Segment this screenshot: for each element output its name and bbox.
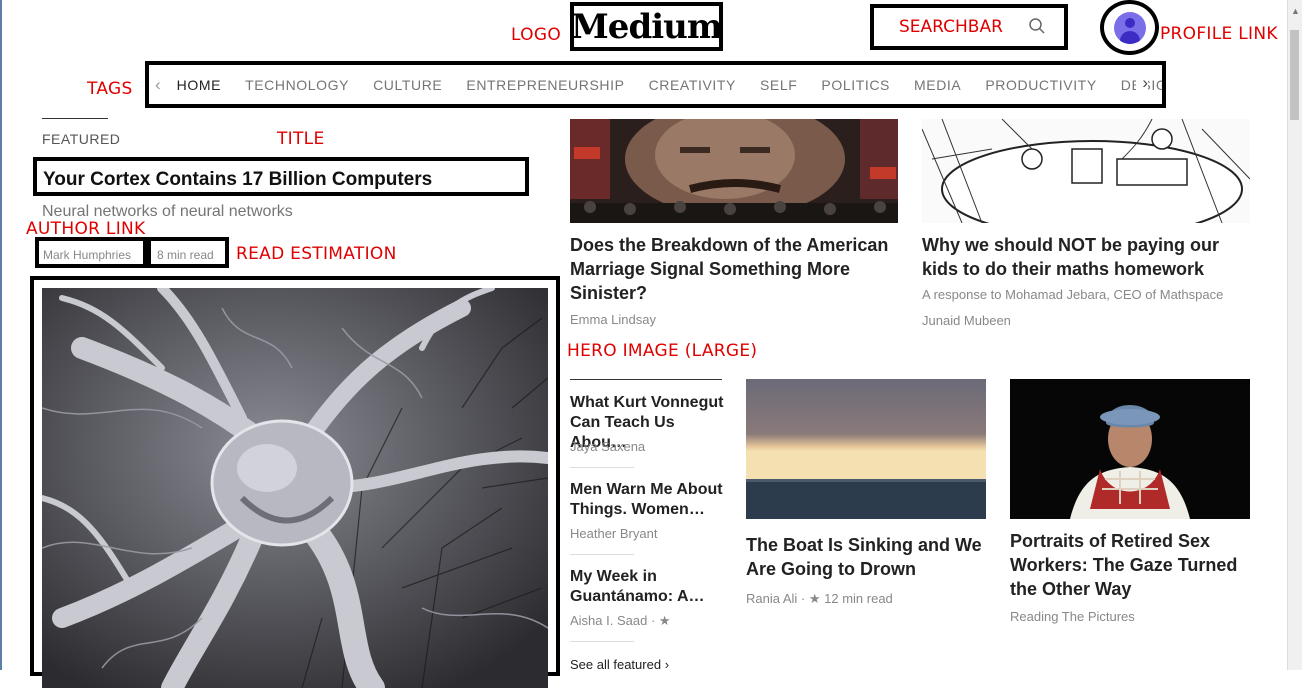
tag-creativity[interactable]: CREATIVITY [649, 77, 736, 93]
tag-home[interactable]: HOME [177, 77, 221, 93]
card-meta-portraits[interactable]: Reading The Pictures [1010, 609, 1135, 624]
author-name: Mark Humphries [43, 248, 132, 262]
tag-productivity[interactable]: PRODUCTIVITY [985, 77, 1096, 93]
search-icon[interactable] [1028, 17, 1046, 35]
card-image-maths[interactable] [922, 119, 1250, 223]
annotation-logo: LOGO [511, 25, 562, 45]
tag-culture[interactable]: CULTURE [373, 77, 442, 93]
hero-image-link[interactable] [30, 276, 560, 688]
featured-rule [42, 118, 108, 119]
list-item-author-men-warn[interactable]: Heather Bryant [570, 526, 657, 541]
scroll-up-icon[interactable]: ▲ [1291, 6, 1300, 16]
read-time: 8 min read [157, 248, 214, 262]
list-divider [570, 467, 634, 468]
list-item-title-guantanamo[interactable]: My Week in Guantánamo: A… [570, 567, 725, 607]
tag-politics[interactable]: POLITICS [821, 77, 890, 93]
featured-title: Your Cortex Contains 17 Billion Computer… [43, 169, 433, 190]
card-image-boat[interactable] [746, 379, 986, 519]
card-image-marriage[interactable] [570, 119, 898, 223]
annotation-searchbar: SEARCHBAR [899, 17, 1003, 37]
card-subtitle-maths: A response to Mohamad Jebara, CEO of Mat… [922, 287, 1224, 302]
list-divider [570, 554, 634, 555]
annotation-tags: TAGS [87, 79, 133, 99]
annotation-read: READ ESTIMATION [236, 244, 397, 264]
list-item-title-men-warn[interactable]: Men Warn Me About Things. Women… [570, 480, 725, 520]
annotation-title: TITLE [277, 129, 325, 149]
read-estimation: 8 min read [147, 237, 229, 268]
searchbar[interactable]: SEARCHBAR [870, 4, 1068, 50]
card-meta-boat[interactable]: Rania Ali · ★ 12 min read [746, 591, 893, 607]
annotation-profile: PROFILE LINK [1160, 24, 1278, 44]
window-left-edge [0, 0, 2, 670]
chevron-right-icon[interactable]: › [1136, 73, 1148, 93]
card-title-boat[interactable]: The Boat Is Sinking and We Are Going to … [746, 533, 986, 581]
chevron-left-icon[interactable]: ‹ [155, 75, 161, 95]
annotation-hero: HERO IMAGE (LARGE) [567, 341, 758, 361]
card-title-maths[interactable]: Why we should NOT be paying our kids to … [922, 233, 1252, 281]
card-author-maths[interactable]: Junaid Mubeen [922, 313, 1011, 328]
tag-entrepreneurship[interactable]: ENTREPRENEURSHIP [466, 77, 624, 93]
annotation-author: AUTHOR LINK [26, 219, 146, 239]
featured-title-link[interactable]: Your Cortex Contains 17 Billion Computer… [33, 157, 529, 196]
list-rule [570, 379, 722, 380]
list-item-author-guantanamo[interactable]: Aisha I. Saad · ★ [570, 613, 671, 629]
author-link[interactable]: Mark Humphries [35, 237, 147, 268]
scrollbar-thumb[interactable] [1290, 30, 1299, 120]
scrollbar[interactable]: ▲ [1287, 0, 1302, 670]
tag-technology[interactable]: TECHNOLOGY [245, 77, 349, 93]
profile-link[interactable] [1100, 0, 1159, 55]
logo-link[interactable]: Medium [570, 2, 723, 51]
card-title-marriage[interactable]: Does the Breakdown of the American Marri… [570, 233, 890, 305]
user-avatar-icon [1113, 11, 1146, 44]
featured-label: FEATURED [42, 131, 121, 147]
list-divider [570, 641, 634, 642]
card-author-marriage[interactable]: Emma Lindsay [570, 312, 656, 327]
list-item-author-vonnegut[interactable]: Jaya Saxena [570, 439, 645, 454]
tags-nav: ‹ HOME TECHNOLOGY CULTURE ENTREPRENEURSH… [145, 61, 1166, 108]
hero-image [42, 288, 548, 688]
card-image-portraits[interactable] [1010, 379, 1250, 519]
tag-self[interactable]: SELF [760, 77, 797, 93]
tag-media[interactable]: MEDIA [914, 77, 961, 93]
card-title-portraits[interactable]: Portraits of Retired Sex Workers: The Ga… [1010, 529, 1250, 601]
logo: Medium [571, 6, 723, 47]
